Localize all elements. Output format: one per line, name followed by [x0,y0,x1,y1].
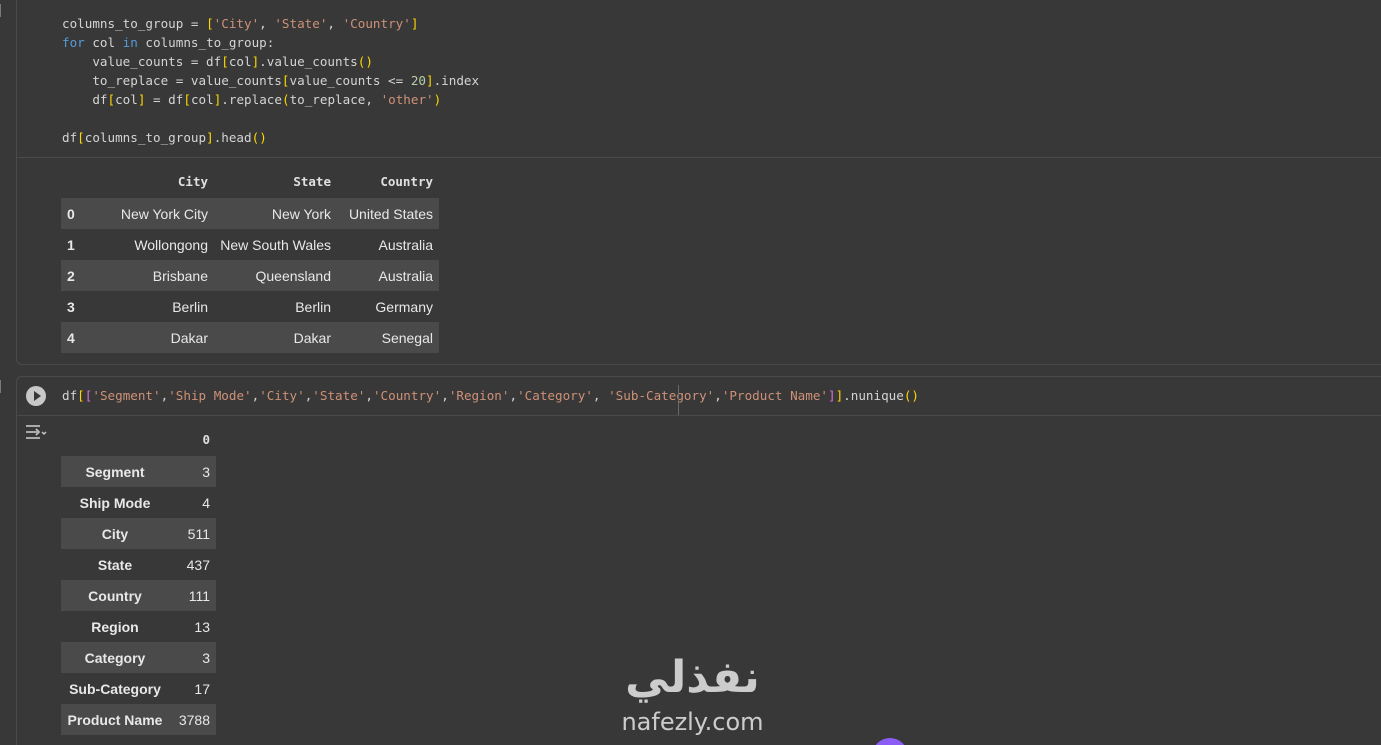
column-header-0: 0 [202,431,210,447]
row-value: 3 [202,463,210,480]
cell-1-marker [0,4,5,17]
cell-country: United States [348,205,433,222]
cell-state: Berlin [295,298,331,315]
cell-country: Senegal [381,329,433,346]
row-index: 4 [67,329,75,346]
nafezly-watermark: نفذلي nafezly.com [605,650,780,736]
text-cursor [678,385,679,415]
table-row: Segment 3 [61,456,216,487]
row-label: Country [88,587,142,604]
code-line-5: df[col] = df[col].replace(to_replace, 'o… [62,92,442,107]
row-label: Sub-Category [69,680,161,697]
row-label: Ship Mode [79,494,151,511]
table-row: Product Name 3788 [61,704,216,735]
cell-2-marker [0,380,5,393]
code-line-1: df[['Segment','Ship Mode','City','State'… [62,388,920,403]
row-value: 13 [194,618,210,635]
cell-state: New York [271,205,331,222]
cell-city: New York City [120,205,208,222]
nunique-output-table: 0 Segment 3 Ship Mode 4 City 511 State 4… [61,422,216,735]
row-value: 437 [186,556,210,573]
output-toggle-icon[interactable] [25,423,47,441]
play-icon[interactable] [26,386,46,406]
table-row: Sub-Category 17 [61,673,216,704]
row-label: Product Name [67,711,163,728]
cell-state: New South Wales [220,236,331,253]
table-row: 3 Berlin Berlin Germany [61,291,439,322]
cell-2-output-divider [16,415,1381,416]
cell-state: Dakar [293,329,331,346]
row-value: 3 [202,649,210,666]
cell-1-output-divider [16,157,1381,158]
table-row: 4 Dakar Dakar Senegal [61,322,439,353]
column-header-country: Country [380,173,433,189]
table-row: 0 New York City New York United States [61,198,439,229]
notebook-page: columns_to_group = ['City', 'State', 'Co… [0,0,1381,745]
table-header-row: City State Country [61,164,439,198]
code-editor-1[interactable]: columns_to_group = ['City', 'State', 'Co… [62,14,479,147]
row-index: 1 [67,236,75,253]
code-editor-2[interactable]: df[['Segment','Ship Mode','City','State'… [62,386,919,405]
row-label: Region [91,618,139,635]
watermark-url-text: nafezly.com [621,708,764,736]
table-row: City 511 [61,518,216,549]
cell-city: Dakar [170,329,208,346]
cell-city: Wollongong [134,236,208,253]
column-header-city: City [177,173,208,189]
watermark-arabic-text: نفذلي [625,652,760,703]
row-label: State [97,556,133,573]
row-index: 2 [67,267,75,284]
code-line-2: for col in columns_to_group: [62,35,275,50]
code-line-1: columns_to_group = ['City', 'State', 'Co… [62,16,419,31]
row-label: Category [84,649,146,666]
row-label: City [101,525,129,542]
row-value: 3788 [178,711,210,728]
code-line-4: to_replace = value_counts[value_counts <… [62,73,480,88]
index-header [61,422,169,456]
table-row: Ship Mode 4 [61,487,216,518]
column-header-state: State [293,173,331,189]
index-header [61,164,85,198]
row-value: 111 [188,587,210,604]
cell-city: Brisbane [152,267,208,284]
head-output-table: City State Country 0 New York City New Y… [61,164,439,353]
row-value: 4 [202,494,210,511]
cell-city: Berlin [172,298,208,315]
cell-country: Australia [378,267,433,284]
cell-country: Germany [375,298,433,315]
table-row: 2 Brisbane Queensland Australia [61,260,439,291]
table-row: Country 111 [61,580,216,611]
table-header-row: 0 [61,422,216,456]
code-line-7: df[columns_to_group].head() [62,130,267,145]
cell-state: Queensland [255,267,331,284]
code-line-3: value_counts = df[col].value_counts() [62,54,373,69]
table-row: Region 13 [61,611,216,642]
row-value: 511 [187,525,210,542]
table-row: State 437 [61,549,216,580]
table-row: Category 3 [61,642,216,673]
row-index: 3 [67,298,75,315]
cell-country: Australia [378,236,433,253]
row-index: 0 [67,205,75,222]
row-value: 17 [194,680,210,697]
table-row: 1 Wollongong New South Wales Australia [61,229,439,260]
row-label: Segment [85,463,145,480]
